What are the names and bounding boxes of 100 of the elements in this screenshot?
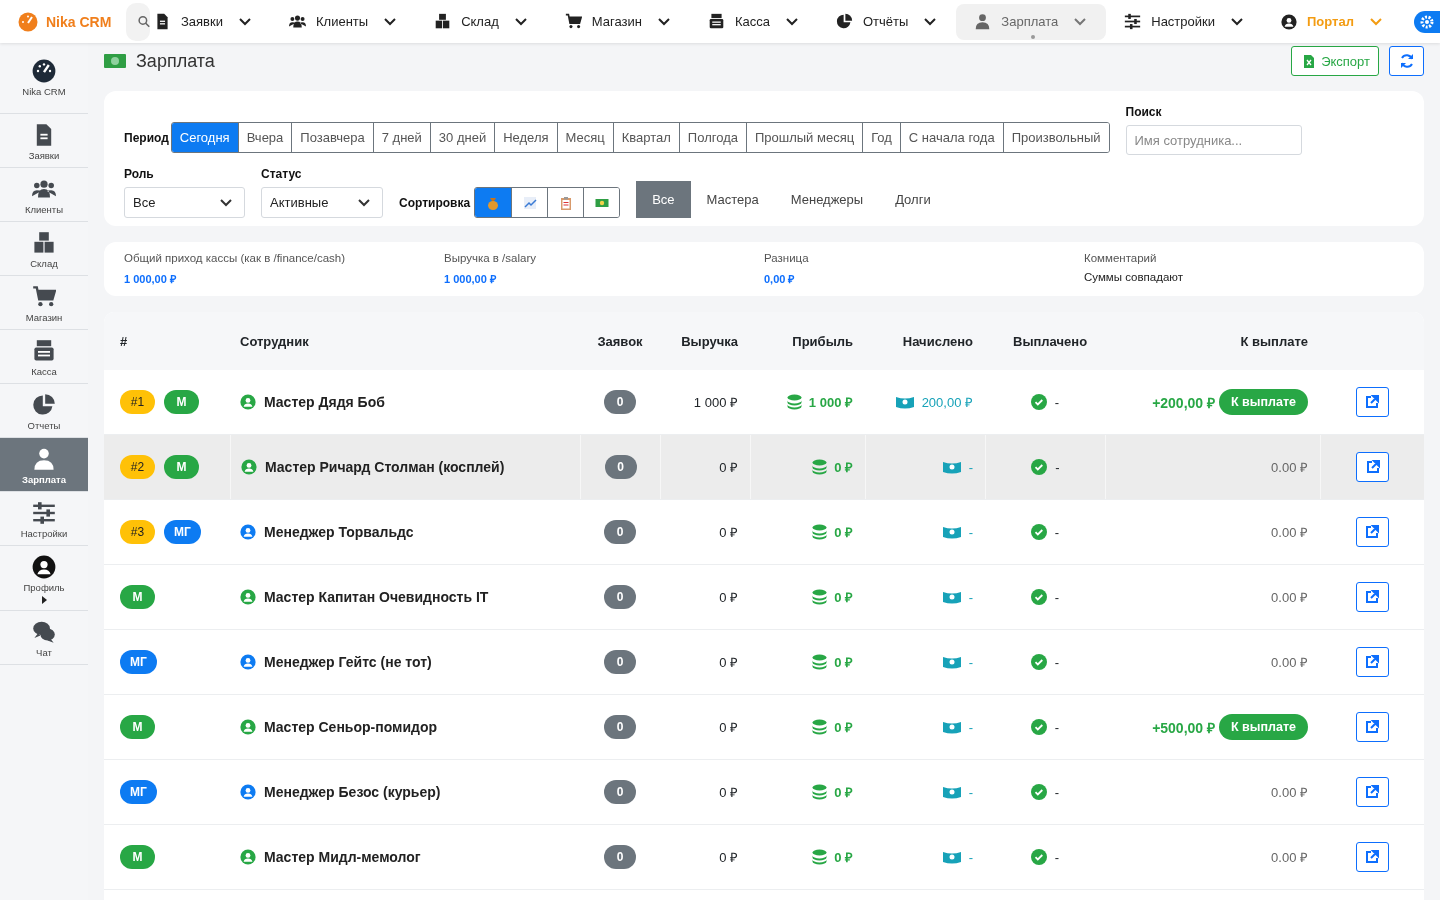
- search-button[interactable]: [126, 2, 150, 41]
- coins-icon: [811, 524, 829, 540]
- accrued-cell: -: [968, 524, 973, 540]
- role-label: Роль: [124, 167, 155, 181]
- cash-register-icon: [32, 339, 56, 363]
- payout-amount: +200,00 ₽: [1152, 393, 1215, 412]
- open-button[interactable]: [1355, 777, 1389, 807]
- payout-amount: +500,00 ₽: [1152, 718, 1215, 737]
- profit-cell-text: 0 ₽: [834, 459, 853, 476]
- orders-count: 0: [604, 780, 636, 804]
- period-button[interactable]: Произвольный: [1002, 123, 1109, 152]
- sort-banknote-button[interactable]: [583, 188, 620, 217]
- employee-name: Мастер Ричард Столман (косплей): [265, 459, 505, 475]
- profit-cell-text: 0 ₽: [834, 589, 853, 606]
- coins-icon: [811, 719, 829, 735]
- table-row[interactable]: МГ Менеджер Гейтс (не тот) 0 0 ₽ 0 ₽ - - 0.00 ₽: [104, 630, 1424, 695]
- column-header: Заявок: [596, 333, 644, 349]
- sidebar-item[interactable]: Профиль: [0, 546, 88, 611]
- banknote-icon: [942, 720, 961, 734]
- user-icon: [32, 447, 56, 471]
- paid-cell: -: [1054, 394, 1060, 410]
- column-header: Сотрудник: [239, 333, 310, 349]
- table-row[interactable]: М Мастер Капитан Очевидность IT 0 0 ₽ 0 ₽ - - 0.00 ₽: [104, 565, 1424, 630]
- sidebar-item[interactable]: Склад: [0, 222, 88, 276]
- banknote-icon: [942, 460, 961, 474]
- accrued-cell: -: [968, 589, 973, 605]
- sidebar-item[interactable]: Настройки: [0, 492, 88, 546]
- paid-cell: -: [1054, 849, 1060, 865]
- nav-item[interactable]: Отчёты: [817, 3, 957, 40]
- open-button[interactable]: [1356, 452, 1389, 482]
- sidebar-item[interactable]: Nika CRM: [0, 43, 88, 114]
- cash-register-icon: [707, 13, 725, 30]
- table-row[interactable]: #3 МГ Менеджер Торвальдс 0 0 ₽ 0 ₽ - - 0.00 ₽: [104, 500, 1424, 565]
- role-badge: МГ: [164, 520, 201, 544]
- external-link-icon: [1365, 785, 1379, 799]
- rank-badge: #1: [120, 390, 155, 414]
- sidebar-item[interactable]: Магазин: [0, 276, 88, 330]
- profit-cell-text: 1 000 ₽: [808, 394, 853, 411]
- paid-cell: -: [1054, 524, 1060, 540]
- banknote-icon: [942, 590, 961, 604]
- summary-label: Комментарий: [1084, 252, 1158, 264]
- clipboard-icon: [558, 195, 573, 210]
- user-circle-icon: [240, 589, 256, 605]
- refresh-button[interactable]: [1389, 46, 1424, 76]
- user-circle-icon: [32, 555, 56, 579]
- open-button[interactable]: [1355, 387, 1389, 417]
- summary-value: 0,00 ₽: [764, 272, 796, 286]
- employee-name: Мастер Мидл-мемолог: [264, 849, 421, 865]
- column-header: #: [119, 333, 129, 349]
- open-button[interactable]: [1355, 517, 1389, 547]
- spreadsheet-icon: [1304, 54, 1315, 68]
- sidebar-item[interactable]: Зарплата: [0, 438, 88, 492]
- profit-cell-text: 0 ₽: [834, 784, 853, 801]
- nav-item[interactable]: Склад: [416, 3, 547, 40]
- settings-button[interactable]: [1414, 10, 1440, 33]
- table-row[interactable]: М Мастер Сеньор-помидор 0 0 ₽ 0 ₽ - - +500,00 ₽ К выплате: [104, 695, 1424, 760]
- sliders-icon: [1124, 13, 1142, 30]
- period-button[interactable]: Сегодня: [171, 123, 238, 152]
- nav-item[interactable]: Касса: [689, 3, 818, 40]
- table-row[interactable]: #2 М Мастер Ричард Столман (косплей) 0 0 ₽ 0 ₽ - - 0.00 ₽: [104, 435, 1424, 500]
- column-header: К выплате: [1239, 333, 1309, 349]
- external-link-icon: [1365, 590, 1379, 604]
- chart-icon: [522, 195, 537, 210]
- chevron-down-icon: [657, 17, 670, 26]
- role-badge: М: [120, 715, 155, 739]
- role-badge: МГ: [120, 650, 157, 674]
- sidebar-item[interactable]: Клиенты: [0, 168, 88, 222]
- table-row[interactable]: МГ Менеджер Безос (курьер) 0 0 ₽ 0 ₽ - - 0.00 ₽: [104, 760, 1424, 825]
- sort-label: Сортировка: [399, 196, 471, 210]
- open-button[interactable]: [1355, 712, 1389, 742]
- table-row[interactable]: М Мастер Мидл-мемолог 0 0 ₽ 0 ₽ - - 0.00 ₽: [104, 825, 1424, 890]
- user-circle-icon: [240, 784, 256, 800]
- nav-item[interactable]: Зарплата: [956, 3, 1107, 40]
- gauge-icon: [18, 11, 38, 32]
- role-badge: М: [120, 845, 155, 869]
- status-select[interactable]: Активные: [261, 187, 383, 218]
- paid-cell: -: [1054, 589, 1060, 605]
- role-badge: М: [164, 390, 199, 414]
- open-button[interactable]: [1355, 842, 1389, 872]
- summary-value: 1 000,00 ₽: [444, 272, 497, 286]
- nav-item[interactable]: Магазин: [546, 3, 690, 40]
- sidebar-item[interactable]: Чат: [0, 611, 88, 665]
- search-field[interactable]: Имя сотрудника...: [1125, 125, 1302, 155]
- role-select[interactable]: Все: [124, 187, 245, 218]
- chat-icon: [32, 620, 56, 644]
- user-circle-icon: [240, 719, 256, 735]
- chevron-down-icon: [1369, 17, 1382, 26]
- nav-item[interactable]: Клиенты: [271, 3, 417, 40]
- pie-chart-icon: [32, 393, 56, 417]
- nav-item[interactable]: Настройки: [1106, 3, 1263, 40]
- check-circle-icon: [1030, 849, 1047, 865]
- group-tab[interactable]: Все: [636, 181, 691, 218]
- sidebar-item[interactable]: Касса: [0, 330, 88, 384]
- profit-cell-text: 0 ₽: [834, 654, 853, 671]
- check-circle-icon: [1030, 784, 1047, 800]
- sidebar-item[interactable]: Заявки: [0, 114, 88, 168]
- nav-item[interactable]: Заявки: [150, 3, 271, 40]
- check-circle-icon: [1030, 654, 1047, 670]
- open-button[interactable]: [1355, 647, 1389, 677]
- open-button[interactable]: [1355, 582, 1389, 612]
